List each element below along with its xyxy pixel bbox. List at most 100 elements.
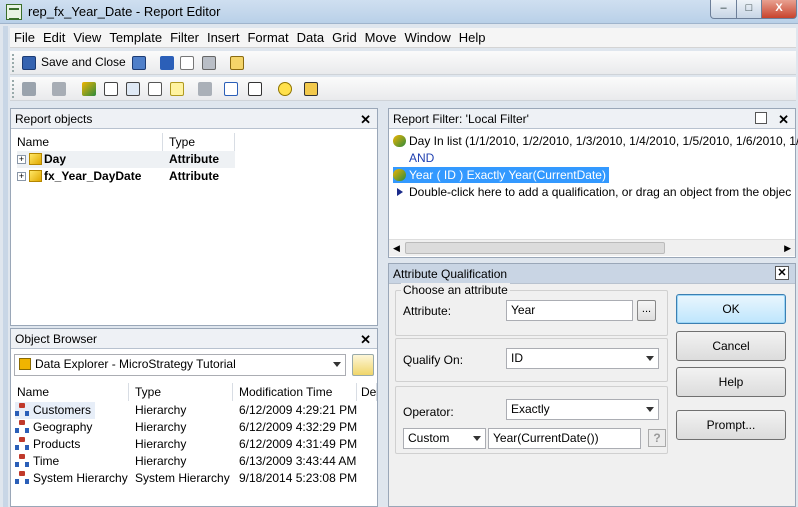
filter-line-text: Double-click here to add a qualification… — [409, 185, 792, 199]
object-browser-icon[interactable] — [80, 80, 98, 98]
cancel-button[interactable]: Cancel — [676, 331, 786, 361]
chevron-down-icon — [646, 356, 654, 361]
toolbar-grip[interactable] — [12, 54, 15, 72]
horizontal-scrollbar[interactable]: ◀ ▶ — [389, 239, 795, 256]
scrollbar-thumb[interactable] — [405, 242, 665, 254]
print-preview-icon[interactable] — [178, 54, 196, 72]
sql-view-icon[interactable] — [222, 80, 240, 98]
up-folder-button[interactable] — [352, 354, 374, 376]
object-modified: 6/12/2009 4:32:29 PM — [239, 420, 358, 434]
close-window-button[interactable]: X — [761, 0, 797, 19]
close-icon[interactable]: ✕ — [775, 266, 789, 280]
attribute-field[interactable]: Year — [506, 300, 633, 321]
table-icon[interactable] — [124, 80, 142, 98]
prompt-button[interactable]: Prompt... — [676, 410, 786, 440]
menu-window[interactable]: Window — [400, 28, 454, 48]
graph-icon[interactable] — [50, 80, 68, 98]
menu-grid[interactable]: Grid — [328, 28, 361, 48]
source-select[interactable]: Data Explorer - MicroStrategy Tutorial — [14, 354, 346, 376]
filter-condition-day[interactable]: Day In list (1/1/2010, 1/2/2010, 1/3/201… — [393, 133, 798, 150]
report-object-name: fx_Year_DayDate — [44, 169, 142, 183]
page-by-icon[interactable] — [196, 80, 214, 98]
save-as-icon[interactable] — [130, 54, 148, 72]
report-filter-header: Report Filter: 'Local Filter' ✕ — [389, 109, 795, 129]
book-icon[interactable] — [158, 54, 176, 72]
add-qualification-hint[interactable]: Double-click here to add a qualification… — [393, 184, 791, 201]
drill-icon[interactable] — [246, 80, 264, 98]
maximize-button[interactable]: □ — [736, 0, 762, 19]
expand-icon[interactable]: + — [17, 172, 26, 181]
menu-move[interactable]: Move — [361, 28, 401, 48]
menu-template[interactable]: Template — [105, 28, 166, 48]
filter-operator-and[interactable]: AND — [409, 150, 434, 167]
column-header-modified[interactable]: Modification Time — [233, 383, 357, 401]
list-item[interactable]: Time — [15, 453, 59, 470]
menu-file[interactable]: File — [10, 28, 39, 48]
minimize-panel-icon[interactable] — [755, 112, 767, 124]
object-name: Geography — [33, 420, 93, 434]
column-header-type[interactable]: Type — [163, 133, 235, 151]
attribute-qualification-header: Attribute Qualification ✕ — [389, 264, 795, 284]
browse-attribute-button[interactable]: ... — [637, 300, 656, 321]
menu-help[interactable]: Help — [455, 28, 490, 48]
filter-icon[interactable] — [146, 80, 164, 98]
chevron-down-icon — [473, 436, 481, 441]
scroll-right-icon[interactable]: ▶ — [784, 243, 791, 254]
tree-row[interactable]: + fx_Year_DayDate — [17, 168, 141, 185]
object-modified: 6/12/2009 4:31:49 PM — [239, 437, 358, 451]
list-item[interactable]: Customers — [15, 402, 96, 419]
grid-view-icon[interactable] — [20, 80, 38, 98]
note-icon[interactable] — [168, 80, 186, 98]
report-objects-icon[interactable] — [102, 80, 120, 98]
menu-filter[interactable]: Filter — [166, 28, 203, 48]
menu-edit[interactable]: Edit — [39, 28, 69, 48]
object-name: Products — [33, 437, 81, 451]
ok-button[interactable]: OK — [676, 294, 786, 324]
chevron-down-icon — [333, 362, 341, 367]
save-icon[interactable] — [20, 54, 38, 72]
menu-data[interactable]: Data — [293, 28, 328, 48]
window-title: rep_fx_Year_Date - Report Editor — [28, 4, 221, 19]
report-objects-panel: Report objects ✕ Name Type + Day Attribute… — [10, 108, 378, 326]
toolbar-grip[interactable] — [12, 80, 15, 98]
column-header-name[interactable]: Name — [11, 383, 129, 401]
operator-label: Operator: — [403, 405, 454, 419]
close-icon[interactable]: ✕ — [360, 110, 371, 130]
expand-icon[interactable]: + — [17, 155, 26, 164]
list-item[interactable]: System Hierarchy — [15, 470, 128, 487]
close-icon[interactable]: ✕ — [360, 330, 371, 350]
column-header-description[interactable]: De — [357, 383, 377, 401]
value-mode-select[interactable]: Custom — [403, 428, 486, 449]
qualification-icon — [393, 135, 406, 147]
report-editor-icon — [6, 4, 22, 20]
object-type: Hierarchy — [135, 437, 187, 451]
attribute-label: Attribute: — [403, 304, 452, 318]
run-report-icon[interactable] — [302, 80, 320, 98]
scroll-left-icon[interactable]: ◀ — [393, 243, 400, 254]
value-expression-field[interactable]: Year(CurrentDate()) — [488, 428, 641, 449]
column-header-name[interactable]: Name — [11, 133, 163, 151]
qualify-on-select[interactable]: ID — [506, 348, 659, 369]
object-name: Customers — [33, 403, 92, 417]
properties-icon[interactable] — [228, 54, 246, 72]
object-type: System Hierarchy — [135, 471, 230, 485]
object-modified: 9/18/2014 5:23:08 PM — [239, 471, 358, 485]
help-prompt-icon[interactable]: ? — [648, 429, 666, 447]
help-button[interactable]: Help — [676, 367, 786, 397]
lightbulb-icon[interactable] — [276, 80, 294, 98]
choose-attribute-label: Choose an attribute — [401, 283, 510, 297]
close-icon[interactable]: ✕ — [778, 110, 789, 130]
minimize-button[interactable]: – — [710, 0, 737, 19]
print-icon[interactable] — [200, 54, 218, 72]
save-and-close-button[interactable]: Save and Close — [41, 55, 126, 69]
list-item[interactable]: Geography — [15, 419, 92, 436]
object-type: Hierarchy — [135, 454, 187, 468]
column-header-type[interactable]: Type — [129, 383, 233, 401]
menu-view[interactable]: View — [69, 28, 105, 48]
menu-insert[interactable]: Insert — [203, 28, 244, 48]
arrow-right-icon — [397, 188, 403, 196]
operator-select[interactable]: Exactly — [506, 399, 659, 420]
menu-format[interactable]: Format — [243, 28, 292, 48]
filter-condition-year[interactable]: Year ( ID ) Exactly Year(CurrentDate) — [393, 167, 609, 183]
list-item[interactable]: Products — [15, 436, 80, 453]
